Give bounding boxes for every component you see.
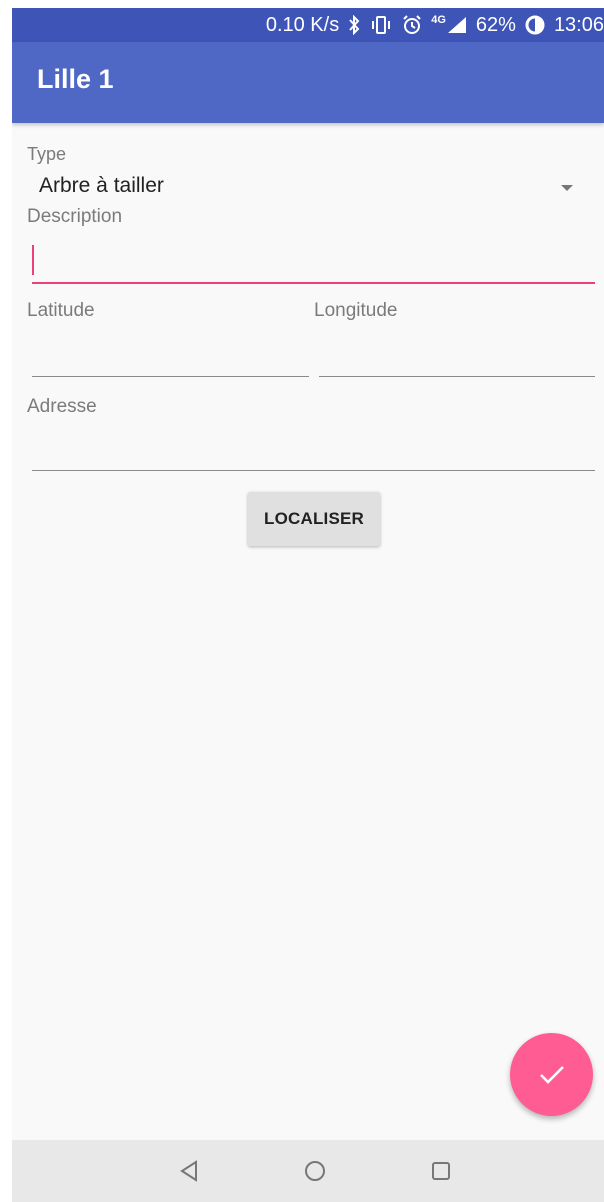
type-label: Type (27, 144, 67, 164)
description-label: Description (27, 206, 123, 227)
network-type: 4G (431, 14, 446, 26)
latitude-underline (32, 376, 309, 377)
vibrate-icon (369, 15, 393, 35)
home-button[interactable] (300, 1156, 330, 1186)
longitude-label: Longitude (314, 300, 398, 321)
address-field[interactable] (32, 432, 595, 472)
chevron-down-icon (561, 185, 573, 191)
back-icon (180, 1160, 197, 1182)
longitude-underline (319, 376, 595, 377)
longitude-field[interactable] (319, 338, 595, 378)
description-underline (32, 282, 595, 284)
recents-icon (432, 1162, 450, 1180)
localize-button[interactable]: LOCALISER (248, 492, 380, 546)
latitude-field[interactable] (32, 338, 309, 378)
address-underline (32, 470, 595, 471)
alarm-icon (401, 14, 423, 36)
battery-percent: 62% (475, 13, 516, 36)
app-bar: Lille 1 (12, 42, 604, 123)
bluetooth-icon (347, 15, 361, 35)
navigation-bar (12, 1140, 604, 1202)
back-button[interactable] (174, 1156, 204, 1186)
page-title: Lille 1 (37, 64, 114, 94)
description-field[interactable] (32, 240, 595, 286)
clock: 13:06 (553, 13, 604, 36)
network-speed: 0.10 K/s (265, 13, 340, 36)
text-cursor (32, 245, 34, 275)
type-dropdown[interactable]: Arbre à tailler (27, 168, 587, 208)
phone-screen: 0.10 K/s 4G 62% 13:06 Lille 1 Type Arbre… (12, 8, 604, 1202)
home-icon (305, 1161, 325, 1181)
check-icon (539, 1065, 564, 1084)
recents-button[interactable] (426, 1156, 456, 1186)
battery-icon (524, 14, 546, 36)
type-value: Arbre à tailler (39, 174, 164, 197)
latitude-label: Latitude (27, 300, 95, 321)
status-bar: 0.10 K/s 4G 62% 13:06 (12, 8, 604, 42)
address-label: Adresse (27, 396, 97, 417)
confirm-fab-button[interactable] (510, 1033, 593, 1116)
signal-icon: 4G (431, 14, 468, 35)
